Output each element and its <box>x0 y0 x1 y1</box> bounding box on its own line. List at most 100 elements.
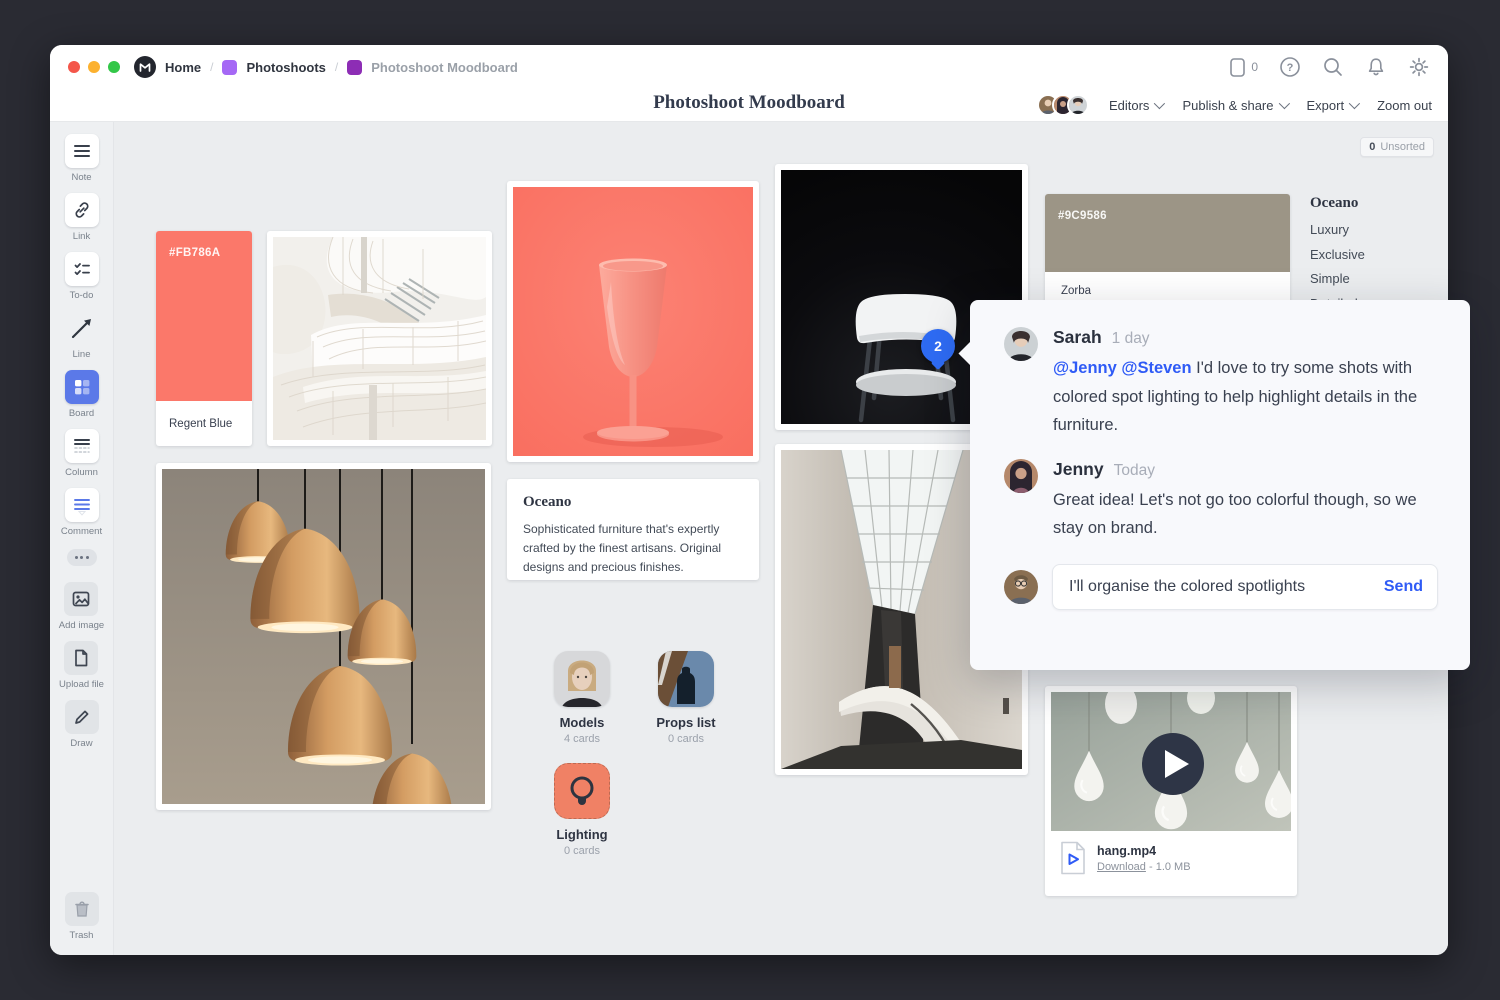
architecture-image-card[interactable] <box>267 231 492 446</box>
comment-input-box: Send <box>1052 564 1438 610</box>
more-tools-button[interactable] <box>67 549 97 566</box>
keyword-item: Simple <box>1310 271 1440 286</box>
trash-icon <box>65 892 99 926</box>
tool-label: Trash <box>70 930 94 941</box>
help-button[interactable]: ? <box>1279 56 1301 78</box>
editor-avatars[interactable] <box>1037 94 1089 116</box>
keywords-title: Oceano <box>1310 195 1440 212</box>
board-count: 4 cards <box>530 733 634 745</box>
comment-text: Great idea! Let's not go too colorful th… <box>1053 486 1423 543</box>
zoom-out-label: Zoom out <box>1377 98 1432 113</box>
mobile-uploads-button[interactable]: 0 <box>1229 56 1258 78</box>
board-name: Models <box>530 715 634 730</box>
search-icon <box>1322 56 1344 78</box>
trash[interactable]: Trash <box>65 892 99 941</box>
link-icon <box>65 193 99 227</box>
mobile-uploads-count: 0 <box>1251 60 1258 74</box>
photoshoots-board-icon[interactable] <box>222 60 237 75</box>
export-menu[interactable]: Export <box>1307 98 1358 113</box>
board-lighting[interactable]: Lighting 0 cards <box>530 763 634 857</box>
gear-icon <box>1408 56 1430 78</box>
comment-pin[interactable]: 2 <box>921 329 955 363</box>
milanote-logo-icon[interactable] <box>134 56 156 78</box>
notifications-button[interactable] <box>1365 56 1387 78</box>
comment-author: Sarah <box>1053 327 1102 348</box>
coral-glass-image-card[interactable] <box>507 181 759 462</box>
todo-icon <box>65 252 99 286</box>
tool-label: Comment <box>61 526 102 537</box>
publish-share-menu[interactable]: Publish & share <box>1182 98 1286 113</box>
lamps-image-card[interactable] <box>156 463 491 810</box>
chevron-down-icon <box>1278 98 1289 109</box>
comment: Jenny Today Great idea! Let's not go too… <box>1004 459 1438 543</box>
draw-pencil-icon <box>65 700 99 734</box>
titlebar: Home / Photoshoots / Photoshoot Moodboar… <box>50 45 1448 89</box>
tool-column[interactable]: Column <box>65 429 99 478</box>
breadcrumb-photoshoots[interactable]: Photoshoots <box>246 60 325 75</box>
architecture-image <box>273 237 486 440</box>
comment-composer: Send <box>1004 564 1438 610</box>
board-count: 0 cards <box>530 845 634 857</box>
board-count: 0 cards <box>634 733 738 745</box>
board-props-list[interactable]: Props list 0 cards <box>634 651 738 745</box>
unsorted-count: 0 <box>1369 141 1375 153</box>
breadcrumb: Home / Photoshoots / Photoshoot Moodboar… <box>134 56 518 78</box>
tool-upload-file[interactable]: Upload file <box>59 641 104 690</box>
tool-label: Note <box>71 172 91 183</box>
tool-note[interactable]: Note <box>65 134 99 183</box>
search-button[interactable] <box>1322 56 1344 78</box>
board-models[interactable]: Models 4 cards <box>530 651 634 745</box>
tool-label: Line <box>73 349 91 360</box>
tool-label: Draw <box>70 738 92 749</box>
board-header: Photoshoot Moodboard Editors Publish & s… <box>50 89 1448 122</box>
keyword-item: Exclusive <box>1310 247 1440 262</box>
mention-links[interactable]: @Jenny @Steven <box>1053 359 1192 377</box>
lighting-board-thumbnail <box>554 763 610 819</box>
color-swatch: #9C9586 <box>1045 194 1290 272</box>
tool-line[interactable]: Line <box>65 311 99 360</box>
comment-author: Jenny <box>1053 459 1104 480</box>
tool-board[interactable]: Board <box>65 370 99 419</box>
unsorted-badge[interactable]: 0 Unsorted <box>1360 137 1434 157</box>
swatch-hex-label: #FB786A <box>156 231 252 259</box>
editors-label: Editors <box>1109 98 1149 113</box>
tool-label: Upload file <box>59 679 104 690</box>
lightbulb-icon <box>555 764 609 818</box>
color-swatch: #FB786A <box>156 231 252 401</box>
download-link[interactable]: Download <box>1097 861 1146 873</box>
svg-text:?: ? <box>1287 62 1294 74</box>
lamps-image <box>162 469 485 804</box>
tool-draw[interactable]: Draw <box>65 700 99 749</box>
tool-comment[interactable]: Comment <box>61 488 102 537</box>
color-swatch-card-taupe[interactable]: #9C9586 Zorba <box>1045 194 1290 309</box>
close-window-button[interactable] <box>68 61 80 73</box>
bell-icon <box>1365 56 1387 78</box>
unsorted-label: Unsorted <box>1380 141 1425 153</box>
tool-todo[interactable]: To-do <box>65 252 99 301</box>
board-name: Props list <box>634 715 738 730</box>
breadcrumb-home[interactable]: Home <box>165 60 201 75</box>
color-swatch-card-coral[interactable]: #FB786A Regent Blue <box>156 231 252 446</box>
add-image-icon <box>64 582 98 616</box>
note-title: Oceano <box>523 494 743 511</box>
tool-add-image[interactable]: Add image <box>59 582 104 631</box>
video-card[interactable]: hang.mp4 Download - 1.0 MB <box>1045 686 1297 896</box>
send-button[interactable]: Send <box>1384 578 1423 596</box>
note-card[interactable]: Oceano Sophisticated furniture that's ex… <box>507 479 759 580</box>
zoom-out-button[interactable]: Zoom out <box>1377 98 1432 113</box>
tool-link[interactable]: Link <box>65 193 99 242</box>
editors-menu[interactable]: Editors <box>1109 98 1162 113</box>
comment-input[interactable] <box>1069 578 1384 596</box>
zoom-window-button[interactable] <box>108 61 120 73</box>
upload-file-icon <box>64 641 98 675</box>
breadcrumb-separator: / <box>210 60 213 74</box>
breadcrumb-separator: / <box>335 60 338 74</box>
tool-label: Column <box>65 467 98 478</box>
comment-text: @Jenny @Steven I'd love to try some shot… <box>1053 354 1423 440</box>
swatch-name-label: Regent Blue <box>169 418 232 430</box>
settings-button[interactable] <box>1408 56 1430 78</box>
comment: Sarah 1 day @Jenny @Steven I'd love to t… <box>1004 327 1438 440</box>
minimize-window-button[interactable] <box>88 61 100 73</box>
breadcrumb-current: Photoshoot Moodboard <box>371 60 518 75</box>
note-body: Sophisticated furniture that's expertly … <box>523 520 743 577</box>
